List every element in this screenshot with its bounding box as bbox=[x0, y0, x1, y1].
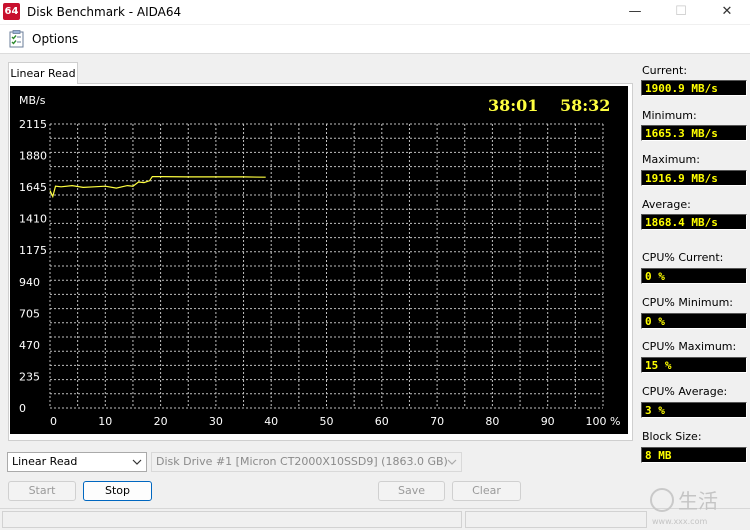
maximize-button[interactable]: ☐ bbox=[658, 0, 704, 24]
title-bar: 64 Disk Benchmark - AIDA64 — ☐ ✕ bbox=[0, 0, 750, 24]
watermark-text: 生活 bbox=[678, 489, 718, 513]
options-menu[interactable]: Options bbox=[32, 32, 78, 46]
drive-value: Disk Drive #1 [Micron CT2000X10SSD9] (18… bbox=[156, 455, 448, 468]
elapsed-time: 38:01 bbox=[488, 96, 538, 115]
drive-select[interactable]: Disk Drive #1 [Micron CT2000X10SSD9] (18… bbox=[151, 452, 462, 472]
minimum-value: 1665.3 MB/s bbox=[641, 125, 747, 141]
test-type-value: Linear Read bbox=[12, 455, 78, 468]
window-title: Disk Benchmark - AIDA64 bbox=[27, 5, 182, 19]
y-tick-label: 1645 bbox=[19, 181, 47, 194]
cpu-maximum-label: CPU% Maximum: bbox=[642, 340, 737, 353]
y-tick-label: 235 bbox=[19, 370, 40, 383]
average-label: Average: bbox=[642, 198, 691, 211]
status-cell-main bbox=[2, 511, 462, 528]
chart-svg: MB/s 2115 1880 1645 1410 1175 940 705 470 235 0 0 10… bbox=[19, 94, 621, 428]
cpu-maximum-value: 15 % bbox=[641, 357, 747, 373]
cpu-average-value: 3 % bbox=[641, 402, 747, 418]
benchmark-chart: MB/s 2115 1880 1645 1410 1175 940 705 470 235 0 0 10… bbox=[10, 86, 628, 434]
current-label: Current: bbox=[642, 64, 688, 77]
cpu-average-label: CPU% Average: bbox=[642, 385, 728, 398]
y-tick-label: 940 bbox=[19, 276, 40, 289]
aida64-logo-icon: 64 bbox=[3, 3, 20, 20]
tab-linear-read[interactable]: Linear Read bbox=[8, 62, 78, 84]
average-value: 1868.4 MB/s bbox=[641, 214, 747, 230]
series-line bbox=[49, 175, 266, 199]
x-tick-label: 20 bbox=[154, 415, 168, 428]
start-button[interactable]: Start bbox=[8, 481, 76, 501]
chevron-down-icon bbox=[447, 459, 457, 465]
y-tick-label: 705 bbox=[19, 307, 40, 320]
y-tick-label: 1410 bbox=[19, 213, 47, 226]
chevron-down-icon bbox=[132, 459, 142, 465]
x-tick-label: 0 bbox=[50, 415, 57, 428]
site-watermark: 生活 www.xxx.com bbox=[650, 488, 718, 526]
cpu-current-value: 0 % bbox=[641, 268, 747, 284]
watermark-logo-icon bbox=[650, 488, 674, 512]
x-tick-label: 80 bbox=[485, 415, 499, 428]
y-tick-label: 2115 bbox=[19, 118, 47, 131]
total-time: 58:32 bbox=[560, 96, 610, 115]
maximum-value: 1916.9 MB/s bbox=[641, 170, 747, 186]
x-tick-label: 10 bbox=[98, 415, 112, 428]
x-tick-label: 90 bbox=[541, 415, 555, 428]
y-tick-label: 1175 bbox=[19, 244, 47, 257]
block-size-value: 8 MB bbox=[641, 447, 747, 463]
cpu-minimum-label: CPU% Minimum: bbox=[642, 296, 733, 309]
x-tick-label: 100 % bbox=[586, 415, 621, 428]
cpu-current-label: CPU% Current: bbox=[642, 251, 724, 264]
x-tick-label: 30 bbox=[209, 415, 223, 428]
current-value: 1900.9 MB/s bbox=[641, 80, 747, 96]
close-button[interactable]: ✕ bbox=[704, 0, 750, 24]
x-tick-label: 40 bbox=[264, 415, 278, 428]
x-tick-label: 60 bbox=[375, 415, 389, 428]
stop-button[interactable]: Stop bbox=[83, 481, 152, 501]
cpu-minimum-value: 0 % bbox=[641, 313, 747, 329]
y-axis-label: MB/s bbox=[19, 94, 46, 107]
y-tick-label: 470 bbox=[19, 339, 40, 352]
block-size-label: Block Size: bbox=[642, 430, 702, 443]
menu-bar: Options bbox=[0, 25, 750, 54]
watermark-url: www.xxx.com bbox=[652, 517, 707, 526]
status-cell-secondary bbox=[465, 511, 647, 528]
maximum-label: Maximum: bbox=[642, 153, 700, 166]
minimum-label: Minimum: bbox=[642, 109, 697, 122]
x-tick-label: 70 bbox=[430, 415, 444, 428]
x-tick-label: 50 bbox=[320, 415, 334, 428]
y-tick-label: 0 bbox=[19, 402, 26, 415]
checklist-icon[interactable] bbox=[7, 29, 27, 49]
save-button[interactable]: Save bbox=[378, 481, 445, 501]
minimize-button[interactable]: — bbox=[612, 0, 658, 24]
clear-button[interactable]: Clear bbox=[452, 481, 521, 501]
y-tick-label: 1880 bbox=[19, 150, 47, 163]
test-type-select[interactable]: Linear Read bbox=[7, 452, 147, 472]
